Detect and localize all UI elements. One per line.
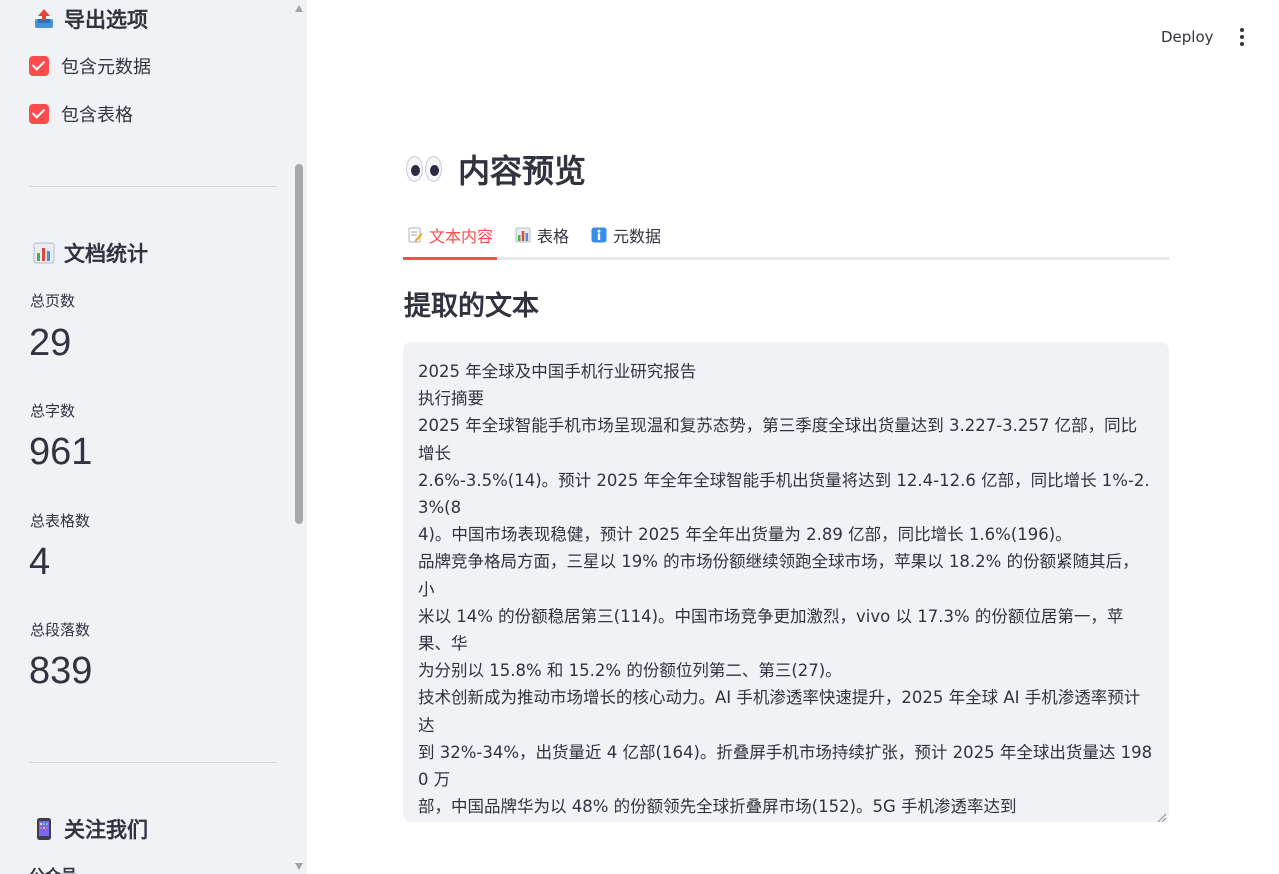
sidebar-scrollbar[interactable] bbox=[292, 0, 307, 874]
follow-us-header: 关注我们 bbox=[32, 814, 148, 844]
checkbox-checked-icon[interactable] bbox=[29, 104, 49, 124]
scrollbar-thumb[interactable] bbox=[295, 164, 303, 524]
tab-tables-label: 表格 bbox=[537, 226, 570, 246]
metric-label-tables: 总表格数 bbox=[30, 512, 91, 530]
bar-chart-icon bbox=[515, 227, 531, 243]
include-tables-label: 包含表格 bbox=[61, 105, 133, 126]
include-metadata-label: 包含元数据 bbox=[61, 57, 151, 78]
scroll-down-icon[interactable] bbox=[295, 863, 303, 870]
info-icon bbox=[591, 227, 607, 243]
deploy-button[interactable]: Deploy bbox=[1151, 22, 1224, 52]
metric-label-pages: 总页数 bbox=[30, 292, 76, 310]
include-metadata-checkbox[interactable]: 包含元数据 bbox=[29, 53, 151, 79]
page-title: 内容预览 bbox=[406, 146, 586, 192]
metric-label-words: 总字数 bbox=[30, 402, 76, 420]
wechat-account-label: 公众号 bbox=[29, 862, 77, 874]
sidebar-divider bbox=[29, 762, 277, 763]
app: 导出选项 包含元数据 包含表格 文档统计 总页数 29 总字数 961 总表格数… bbox=[0, 0, 1279, 874]
document-stats-header: 文档统计 bbox=[32, 238, 148, 268]
export-options-title: 导出选项 bbox=[64, 8, 148, 32]
tab-metadata-label: 元数据 bbox=[613, 226, 662, 246]
scroll-up-icon[interactable] bbox=[295, 5, 303, 12]
follow-us-title: 关注我们 bbox=[64, 818, 148, 842]
outbox-tray-icon bbox=[32, 7, 56, 31]
metric-value-paragraphs: 839 bbox=[29, 650, 93, 692]
sidebar-divider bbox=[29, 186, 277, 187]
page-title-text: 内容预览 bbox=[458, 152, 587, 190]
content-tabs: 文本内容 表格 元数据 bbox=[403, 212, 1169, 260]
document-stats-title: 文档统计 bbox=[64, 242, 148, 266]
menu-dot bbox=[1240, 35, 1244, 39]
metric-value-words: 961 bbox=[29, 431, 93, 473]
extracted-text: 2025 年全球及中国手机行业研究报告 执行摘要 2025 年全球智能手机市场呈… bbox=[418, 362, 1153, 817]
extracted-text-area[interactable]: 2025 年全球及中国手机行业研究报告 执行摘要 2025 年全球智能手机市场呈… bbox=[403, 342, 1169, 822]
tab-text-content-label: 文本内容 bbox=[429, 226, 494, 246]
eyes-icon bbox=[406, 156, 444, 182]
metric-label-paragraphs: 总段落数 bbox=[30, 621, 91, 639]
section-title: 提取的文本 bbox=[404, 291, 539, 322]
tab-text-content[interactable]: 文本内容 bbox=[403, 212, 498, 260]
resize-handle-icon[interactable] bbox=[1155, 808, 1167, 822]
mobile-phone-icon bbox=[32, 817, 56, 841]
memo-icon bbox=[407, 227, 423, 243]
export-options-header: 导出选项 bbox=[32, 4, 148, 34]
include-tables-checkbox[interactable]: 包含表格 bbox=[29, 101, 133, 127]
metric-value-tables: 4 bbox=[29, 541, 51, 583]
main-menu-icon[interactable] bbox=[1232, 22, 1252, 52]
tab-metadata[interactable]: 元数据 bbox=[587, 212, 665, 257]
sidebar: 导出选项 包含元数据 包含表格 文档统计 总页数 29 总字数 961 总表格数… bbox=[0, 0, 307, 874]
bar-chart-icon bbox=[32, 241, 56, 265]
tab-tables[interactable]: 表格 bbox=[511, 212, 573, 257]
checkbox-checked-icon[interactable] bbox=[29, 56, 49, 76]
metric-value-pages: 29 bbox=[29, 322, 72, 364]
menu-dot bbox=[1240, 42, 1244, 46]
menu-dot bbox=[1240, 28, 1244, 32]
